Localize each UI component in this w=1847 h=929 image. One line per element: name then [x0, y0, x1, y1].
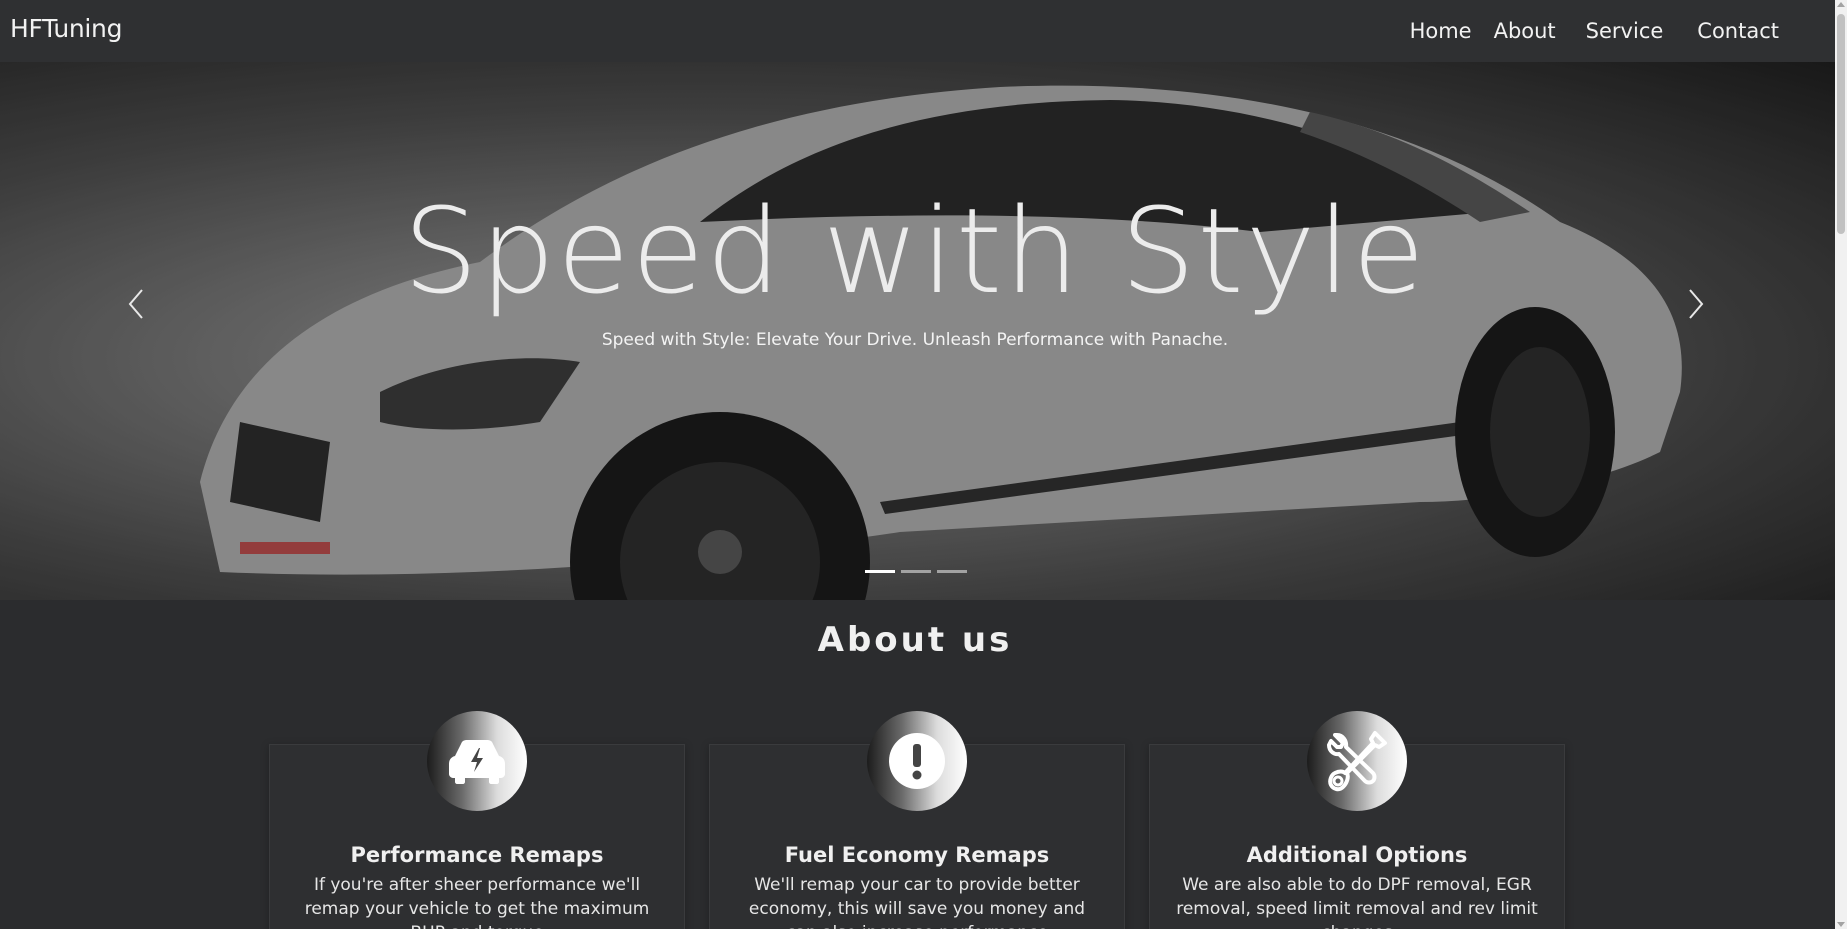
card-icon-wrapper: [427, 711, 527, 811]
exclamation-circle-icon: [889, 733, 945, 789]
hero-carousel: Speed with Style Speed with Style: Eleva…: [0, 62, 1835, 600]
card-title: Fuel Economy Remaps: [784, 843, 1050, 867]
carousel-indicators: [865, 570, 967, 573]
nav-link-home[interactable]: Home: [1410, 19, 1472, 43]
card-icon-wrapper: [867, 711, 967, 811]
page-scrollbar[interactable]: [1835, 0, 1847, 929]
carousel-indicator-2[interactable]: [901, 570, 931, 573]
card-title: Performance Remaps: [350, 843, 604, 867]
hero-title: Speed with Style: [403, 182, 1427, 320]
brand-logo[interactable]: HFTuning: [10, 14, 122, 43]
navbar: HFTuning Home About Service Contact: [0, 0, 1835, 62]
card-text: We are also able to do DPF removal, EGR …: [1176, 875, 1538, 929]
about-title: About us: [817, 620, 1013, 660]
carousel-indicator-1[interactable]: [865, 570, 895, 573]
car-bolt-icon: [449, 740, 505, 784]
card-additional-options: Additional Options We are also able to d…: [1149, 711, 1565, 929]
card-icon-wrapper: [1307, 711, 1407, 811]
nav-link-service[interactable]: Service: [1586, 19, 1664, 43]
scroll-thumb[interactable]: [1837, 14, 1845, 234]
scroll-up-arrow-icon[interactable]: [1837, 2, 1845, 7]
wrench-screwdriver-icon: [1327, 731, 1387, 792]
card-performance-remaps: Performance Remaps If you're after sheer…: [269, 711, 685, 929]
hero-subtitle: Speed with Style: Elevate Your Drive. Un…: [601, 330, 1229, 350]
carousel-indicator-3[interactable]: [937, 570, 967, 573]
card-text: If you're after sheer performance we'll …: [304, 875, 650, 929]
carousel-prev-button[interactable]: [122, 284, 152, 324]
card-title: Additional Options: [1246, 843, 1468, 867]
carousel-next-button[interactable]: [1680, 284, 1710, 324]
chevron-left-icon: [128, 289, 143, 319]
nav-link-contact[interactable]: Contact: [1697, 19, 1779, 43]
card-text: We'll remap your car to provide better e…: [748, 875, 1086, 929]
card-fuel-economy-remaps: Fuel Economy Remaps We'll remap your car…: [709, 711, 1125, 929]
scroll-down-arrow-icon[interactable]: [1837, 922, 1845, 927]
nav-link-about[interactable]: About: [1494, 19, 1556, 43]
nav-links: Home About Service Contact: [1410, 0, 1835, 62]
chevron-right-icon: [1689, 289, 1704, 319]
